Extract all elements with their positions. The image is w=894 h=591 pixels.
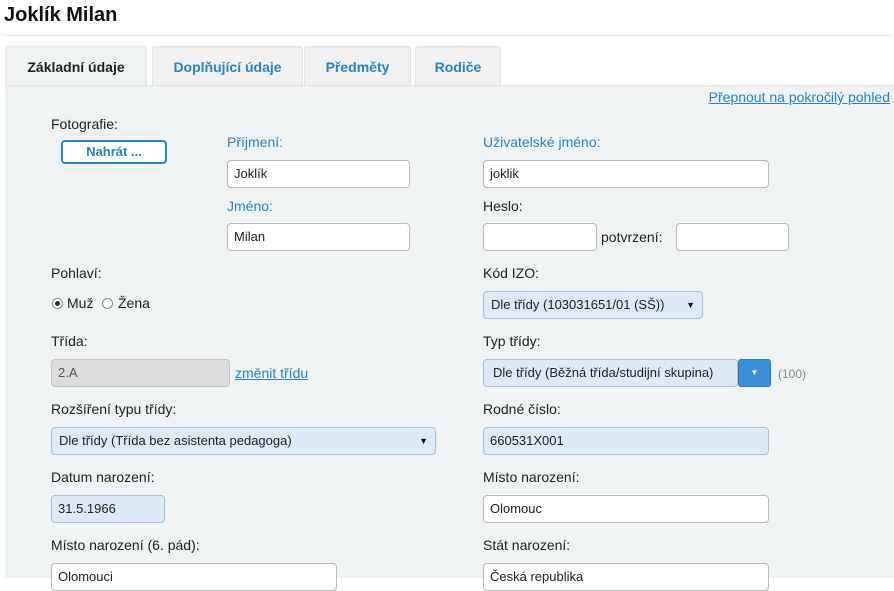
class-type-dropdown-button[interactable]: ▼ [738,359,771,387]
birth-number-input[interactable]: 660531X001 [483,427,769,455]
tab-additional-info[interactable]: Doplňující údaje [152,46,303,86]
advanced-view-link[interactable]: Přepnout na pokročilý pohled [709,89,890,105]
class-type-select[interactable]: Dle třídy (Běžná třída/studijní skupina) [483,359,738,387]
class-type-ext-label: Rozšíření typu třídy: [51,401,177,417]
surname-input[interactable]: Joklík [227,160,410,188]
class-type-ext-select[interactable]: Dle třídy (Třída bez asistenta pedagoga)… [51,427,436,455]
izo-select[interactable]: Dle třídy (103031651/01 (SŠ)) ▼ [483,291,703,319]
birth-place-locative-input[interactable]: Olomouci [51,563,337,591]
gender-female-label[interactable]: Žena [118,295,150,311]
birth-country-label: Stát narození: [483,537,571,553]
firstname-input[interactable]: Milan [227,223,410,251]
birth-date-label: Datum narození: [51,469,155,485]
class-input: 2.A [51,359,230,387]
password-input[interactable] [483,223,597,251]
form-panel: Přepnout na pokročilý pohled Fotografie:… [5,85,894,591]
username-label: Uživatelské jméno: [483,134,601,150]
class-type-label: Typ třídy: [483,333,541,349]
tab-subjects[interactable]: Předměty [304,46,411,86]
caret-down-icon: ▼ [750,368,759,377]
birth-number-label: Rodné číslo: [483,401,561,417]
gender-label: Pohlaví: [51,265,102,281]
izo-select-value: Dle třídy (103031651/01 (SŠ)) [491,297,665,312]
change-class-link[interactable]: změnit třídu [235,365,308,381]
tab-basic-info[interactable]: Základní údaje [5,46,147,87]
class-type-count: (100) [778,367,807,381]
title-divider [4,35,892,36]
password-confirm-input[interactable] [676,223,789,251]
birth-place-input[interactable]: Olomouc [483,495,769,523]
birth-place-label: Místo narození: [483,469,580,485]
chevron-down-icon: ▼ [686,300,695,310]
surname-label: Příjmení: [227,134,284,150]
upload-photo-button[interactable]: Nahrát ... [61,140,167,164]
birth-place-locative-label: Místo narození (6. pád): [51,537,200,553]
gender-female-radio[interactable] [102,298,113,309]
password-label: Heslo: [483,198,523,214]
izo-label: Kód IZO: [483,265,540,281]
firstname-label: Jméno: [227,198,273,214]
class-type-ext-value: Dle třídy (Třída bez asistenta pedagoga) [59,433,292,448]
username-input[interactable]: joklik [483,160,769,188]
page-title: Joklík Milan [4,4,118,26]
birth-date-input[interactable]: 31.5.1966 [51,495,165,523]
gender-male-label[interactable]: Muž [67,295,93,311]
birth-country-input[interactable]: Česká republika [483,563,769,591]
class-label: Třída: [51,333,88,349]
chevron-down-icon: ▼ [419,436,428,446]
tab-parents[interactable]: Rodiče [415,46,501,86]
password-confirm-label: potvrzení: [601,229,663,245]
gender-male-radio[interactable] [52,298,63,309]
photo-label: Fotografie: [51,116,118,132]
